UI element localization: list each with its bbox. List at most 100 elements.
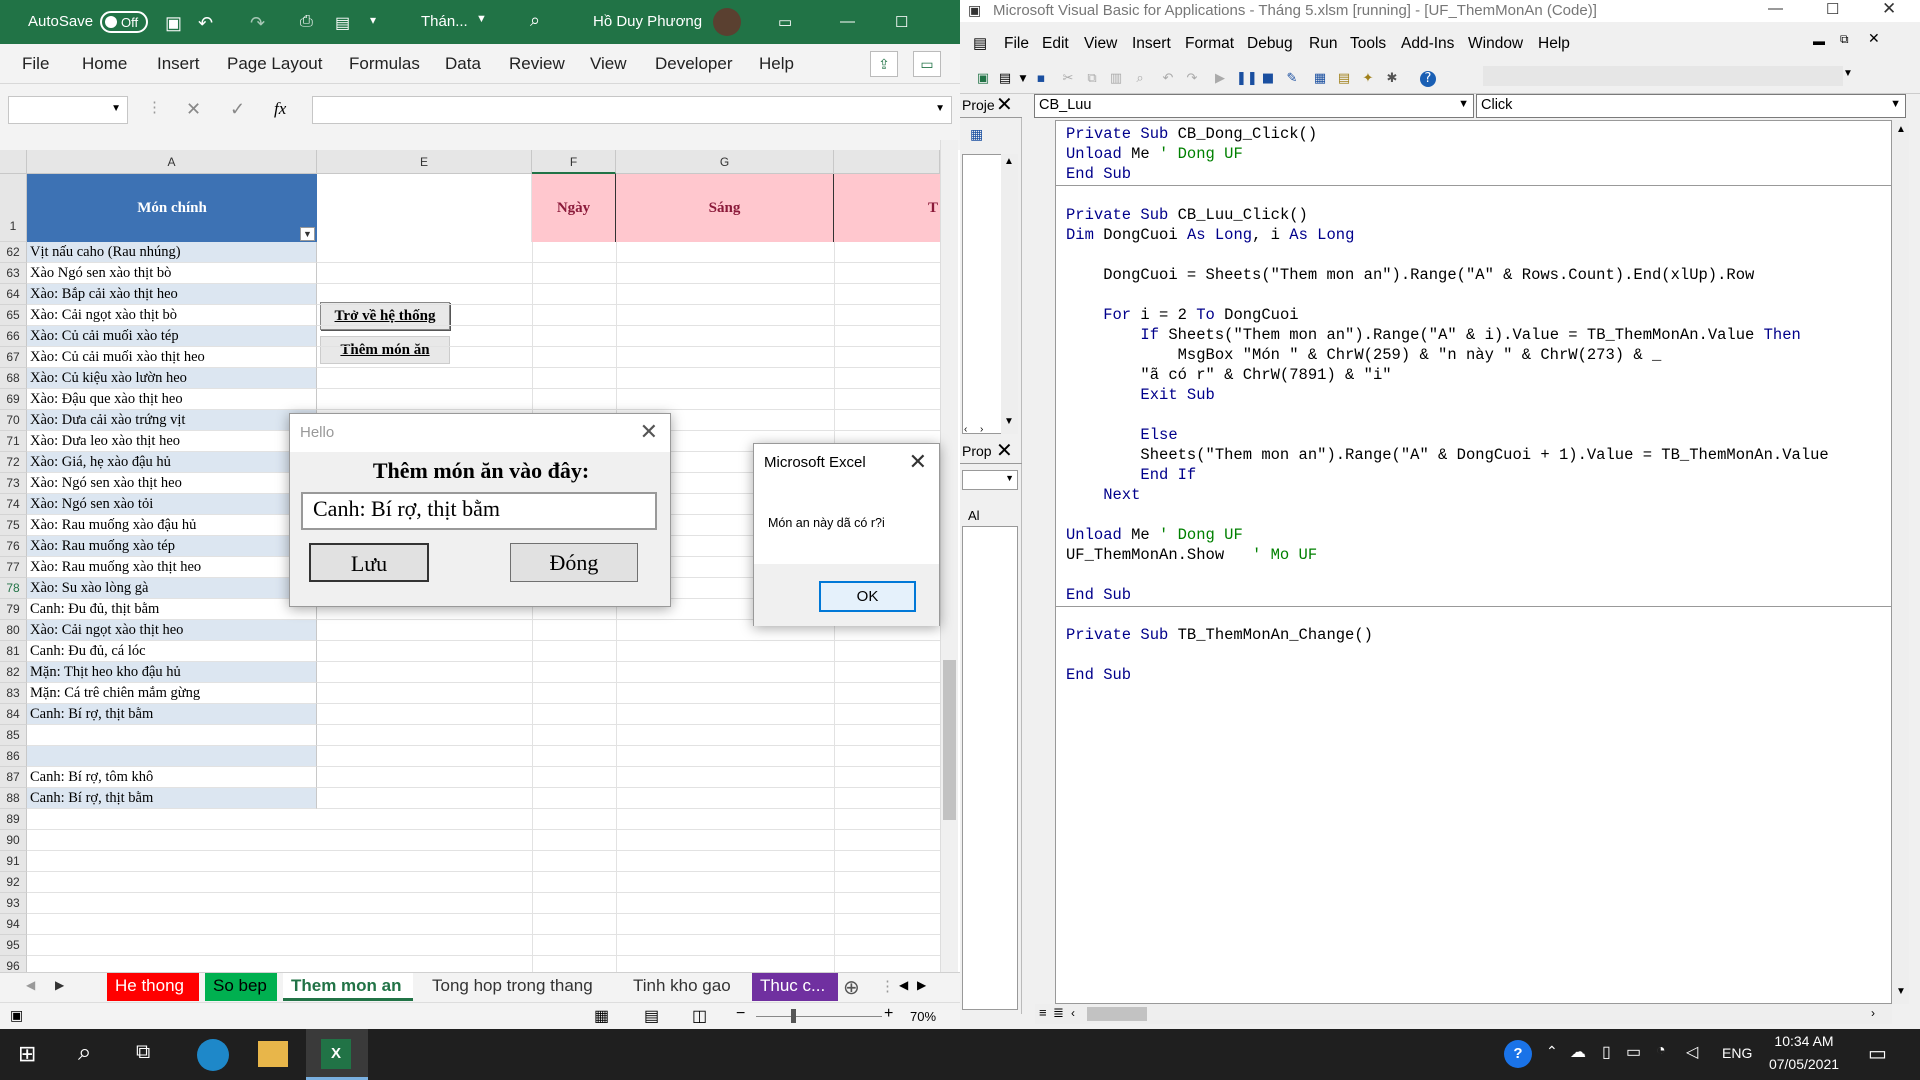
- cell-a[interactable]: Xào: Dưa cải xào trứng vịt: [27, 410, 317, 431]
- scroll-left-icon[interactable]: ‹: [964, 424, 967, 435]
- row-header[interactable]: 67: [0, 347, 27, 368]
- macro-record-icon[interactable]: ▣: [10, 1007, 23, 1024]
- tab-he-thong[interactable]: He thong: [107, 973, 199, 1001]
- scroll-left-icon[interactable]: ‹: [1071, 1006, 1075, 1020]
- menu-file[interactable]: File: [22, 54, 49, 74]
- object-combo[interactable]: CB_Luu ▼: [1034, 94, 1474, 118]
- minimize-icon[interactable]: —: [840, 13, 855, 30]
- redo-icon[interactable]: ↷: [250, 13, 265, 34]
- row-header[interactable]: 62: [0, 242, 27, 263]
- scroll-thumb[interactable]: [943, 660, 956, 820]
- cell-a[interactable]: Canh: Đu đủ, cá lóc: [27, 641, 317, 662]
- tab-thuc[interactable]: Thuc c...: [752, 973, 838, 1001]
- ok-button[interactable]: OK: [819, 581, 916, 612]
- row-header[interactable]: 92: [0, 872, 27, 893]
- close-icon[interactable]: ✕: [1882, 0, 1896, 19]
- code-hscrollbar[interactable]: ≡ ≣ ‹ ›: [1035, 1004, 1892, 1024]
- row-header[interactable]: 66: [0, 326, 27, 347]
- row-header[interactable]: 68: [0, 368, 27, 389]
- row-header[interactable]: 95: [0, 935, 27, 956]
- column-header-e[interactable]: E: [317, 150, 532, 174]
- autosave-toggle[interactable]: Off: [100, 11, 148, 33]
- vba-menu-insert[interactable]: Insert: [1132, 35, 1171, 53]
- cell-a[interactable]: [27, 851, 317, 872]
- file-explorer-icon[interactable]: [258, 1041, 288, 1067]
- menu-page-layout[interactable]: Page Layout: [227, 54, 322, 74]
- row-header[interactable]: 71: [0, 431, 27, 452]
- wifi-icon[interactable]: ◔: [1656, 1042, 1666, 1060]
- cell-a[interactable]: Mặn: Cá trê chiên mắm gừng: [27, 683, 317, 704]
- window-restore-icon[interactable]: ⧉: [1840, 32, 1849, 47]
- cell-a[interactable]: Xào: Rau muống xào thịt heo: [27, 557, 317, 578]
- insert-userform-icon[interactable]: ▤: [997, 71, 1013, 87]
- full-module-view-icon[interactable]: ≣: [1053, 1005, 1064, 1021]
- page-break-view-icon[interactable]: ◫: [692, 1006, 707, 1026]
- paste-icon[interactable]: ▥: [1108, 71, 1124, 87]
- search-icon[interactable]: ⌕: [530, 10, 540, 31]
- row-header[interactable]: 86: [0, 746, 27, 767]
- properties-grid[interactable]: [962, 526, 1018, 1010]
- save-icon[interactable]: ▣: [165, 13, 182, 34]
- code-window-icon[interactable]: ▤: [973, 34, 987, 52]
- minimize-icon[interactable]: —: [1768, 0, 1783, 17]
- undo-icon[interactable]: ↶: [198, 13, 213, 34]
- menu-formulas[interactable]: Formulas: [349, 54, 420, 74]
- tab-scroll-left-icon[interactable]: ◀: [26, 978, 35, 992]
- row-header[interactable]: 96: [0, 956, 27, 972]
- cell-a[interactable]: Xào: Cải ngọt xào thịt bò: [27, 305, 317, 326]
- restore-icon[interactable]: ▬: [1813, 34, 1825, 48]
- maximize-icon[interactable]: ☐: [1826, 0, 1839, 18]
- row-header[interactable]: 94: [0, 914, 27, 935]
- cancel-icon[interactable]: ✕: [186, 99, 201, 120]
- edge-icon[interactable]: [197, 1039, 229, 1071]
- tab-tong-hop[interactable]: Tong hop trong thang: [424, 973, 619, 1001]
- input-language[interactable]: ENG: [1722, 1045, 1752, 1061]
- cell-a[interactable]: Canh: Đu đủ, thịt bằm: [27, 599, 317, 620]
- dish-name-input[interactable]: Canh: Bí rợ, thịt bằm: [301, 492, 657, 530]
- column-header-a[interactable]: A: [27, 150, 317, 174]
- add-dish-button[interactable]: Thêm món ăn: [320, 336, 450, 364]
- cell-a[interactable]: Canh: Bí rợ, tôm khô: [27, 767, 317, 788]
- cell-a[interactable]: [27, 956, 317, 972]
- cell-a[interactable]: [27, 914, 317, 935]
- menu-data[interactable]: Data: [445, 54, 481, 74]
- close-icon[interactable]: ✕: [996, 438, 1013, 462]
- clock-date[interactable]: 07/05/2021: [1768, 1056, 1840, 1072]
- cell-a[interactable]: Xào: Cải ngọt xào thịt heo: [27, 620, 317, 641]
- menu-insert[interactable]: Insert: [157, 54, 200, 74]
- properties-icon[interactable]: ▤: [1336, 71, 1352, 87]
- row-header[interactable]: 91: [0, 851, 27, 872]
- vba-menu-addins[interactable]: Add-Ins: [1401, 35, 1454, 53]
- scroll-left-icon[interactable]: ◀: [899, 978, 908, 992]
- cell-a[interactable]: [27, 809, 317, 830]
- tab-tinh-kho-gao[interactable]: Tinh kho gao: [625, 973, 737, 1001]
- enter-icon[interactable]: ✓: [230, 99, 245, 120]
- row-header[interactable]: 83: [0, 683, 27, 704]
- row-header[interactable]: 89: [0, 809, 27, 830]
- row-header[interactable]: 85: [0, 725, 27, 746]
- row-header[interactable]: 65: [0, 305, 27, 326]
- cell-a[interactable]: Xào: Rau muống xào đậu hủ: [27, 515, 317, 536]
- tab-scroll-right-icon[interactable]: ▶: [55, 978, 64, 992]
- cell-a[interactable]: Canh: Bí rợ, thịt bằm: [27, 704, 317, 725]
- close-code-icon[interactable]: ✕: [1868, 31, 1880, 47]
- file-title[interactable]: Thán...: [421, 13, 468, 30]
- menu-review[interactable]: Review: [509, 54, 565, 74]
- tab-so-bep[interactable]: So bep: [205, 973, 277, 1001]
- object-browser-icon[interactable]: ✦: [1360, 71, 1376, 87]
- vba-menu-file[interactable]: File: [1004, 35, 1029, 53]
- notifications-icon[interactable]: ▭: [1868, 1041, 1887, 1066]
- cloud-icon[interactable]: ☁: [1570, 1042, 1586, 1062]
- cell-a[interactable]: Mặn: Thịt heo kho đậu hủ: [27, 662, 317, 683]
- page-layout-view-icon[interactable]: ▤: [644, 1006, 659, 1026]
- cell-a[interactable]: [27, 725, 317, 746]
- copy-icon[interactable]: ⧉: [1084, 71, 1100, 87]
- excel-taskbar-button[interactable]: X: [306, 1029, 368, 1080]
- formula-input[interactable]: ▼: [312, 96, 952, 124]
- row-header[interactable]: 69: [0, 389, 27, 410]
- cell-a[interactable]: [27, 935, 317, 956]
- column-header-g[interactable]: G: [616, 150, 834, 174]
- filter-dropdown-icon[interactable]: ▼: [300, 227, 315, 241]
- vba-menu-format[interactable]: Format: [1185, 35, 1234, 53]
- vertical-scrollbar[interactable]: [940, 140, 958, 972]
